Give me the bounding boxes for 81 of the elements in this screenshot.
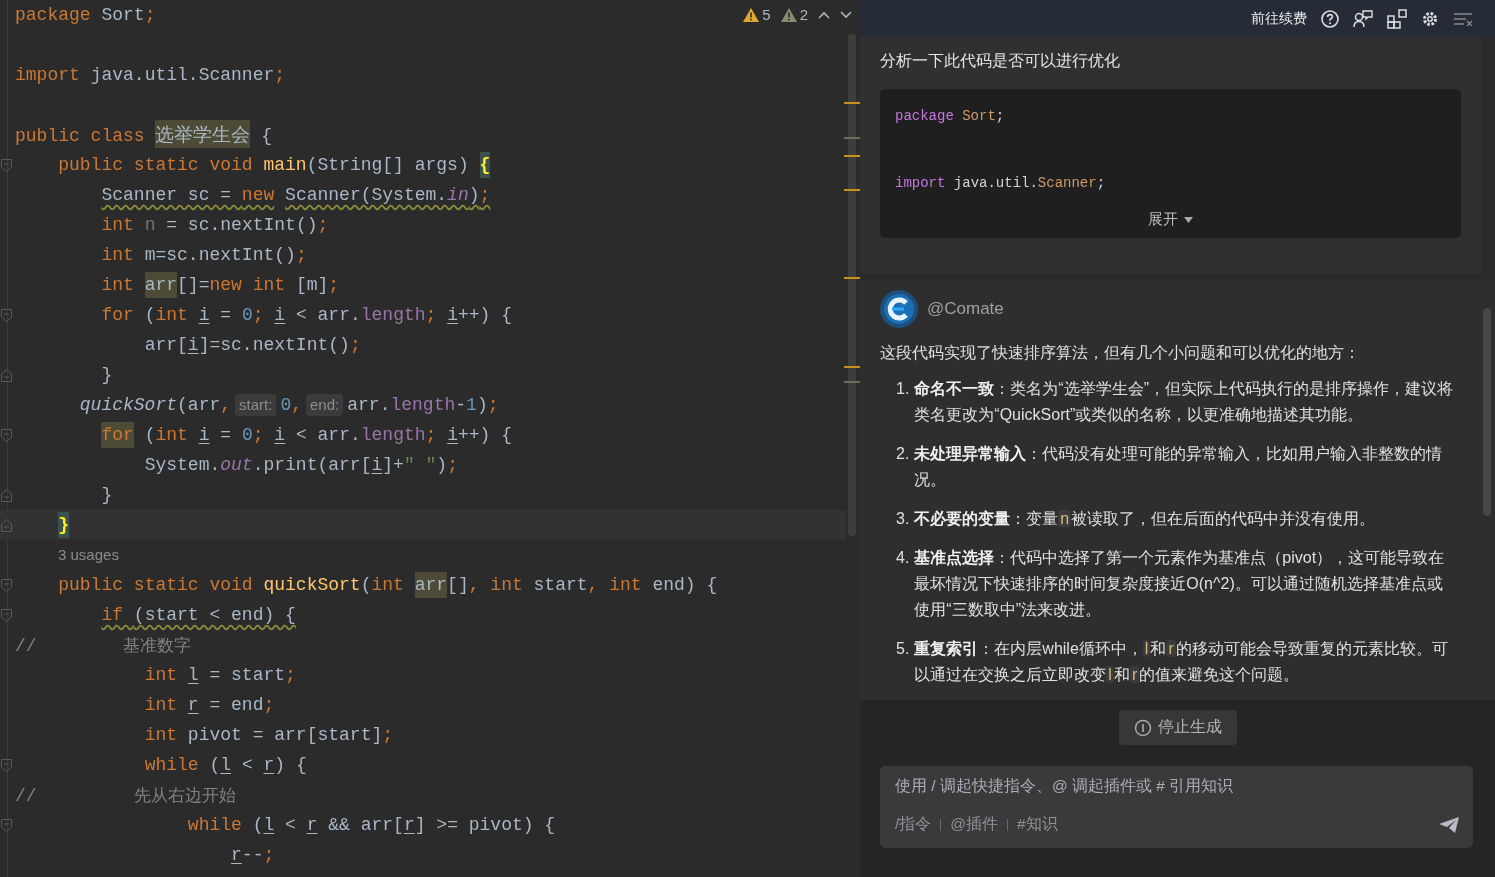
warning-icon[interactable] xyxy=(743,7,760,22)
shortcut-link[interactable]: /指令 xyxy=(895,814,932,835)
list-item-text: 未处理异常输入：代码没有处理可能的异常输入，比如用户输入非整数的情况。 xyxy=(914,444,1444,490)
code-editor[interactable] xyxy=(0,0,860,877)
list-item-text: 基准点选择：代码中选择了第一个元素作为基准点（pivot），这可能导致在最坏情况下快速排序的时间复杂度接近O(n^2)。可以通过随机选择基准点或使用“三数取中”法来改进。 xyxy=(914,548,1446,620)
code-line: int arr[]=new int [m]; xyxy=(15,270,340,300)
fold-marker-icon[interactable] xyxy=(1,309,12,322)
settings-icon[interactable] xyxy=(1421,9,1439,28)
code-line: System.out.print(arr[i]+" "); xyxy=(143,454,458,477)
expand-button[interactable]: 展开 xyxy=(1142,209,1199,230)
fold-marker-icon[interactable] xyxy=(1,579,12,592)
code-line: public static void quickSort(int arr[], int start, int end) { xyxy=(15,570,718,600)
code-line: public static void main(String[] args) { xyxy=(15,150,491,180)
stop-button[interactable]: 停止生成 xyxy=(1118,710,1237,745)
code-line: // 基准数字 xyxy=(15,633,192,658)
snippet-code-line: import java.util.Scanner; xyxy=(895,174,1107,193)
scrollbar[interactable] xyxy=(848,34,856,536)
code-line: int m=sc.nextInt(); xyxy=(100,244,307,267)
fold-marker-icon[interactable] xyxy=(1,489,12,502)
code-line: // 先从右边开始 xyxy=(15,783,236,808)
shortcut-link[interactable]: @插件 xyxy=(950,814,999,835)
code-line: arr.length-1); xyxy=(347,394,499,417)
user-chat-icon[interactable] xyxy=(1353,9,1373,28)
bot-avatar-icon xyxy=(880,290,918,328)
fold-marker-icon[interactable] xyxy=(1,519,12,532)
fold-marker-icon[interactable] xyxy=(1,759,12,772)
code-line: package Sort; xyxy=(15,4,156,27)
code-line: quickSort(arr, xyxy=(78,394,232,417)
code-line: int r = end; xyxy=(143,694,275,717)
send-icon[interactable] xyxy=(1439,816,1459,833)
fold-marker-icon[interactable] xyxy=(1,429,12,442)
code-line: for (int i = 0; i < arr.length; i++) { xyxy=(15,420,512,450)
list-number: 5. xyxy=(896,639,910,659)
usages-hint[interactable]: 3 usages xyxy=(15,540,119,570)
clear-list-icon[interactable] xyxy=(1453,11,1473,26)
code-line: while (l < r) { xyxy=(143,754,307,777)
fold-marker-icon[interactable] xyxy=(1,819,12,832)
inlay-hint: start: xyxy=(235,394,277,416)
list-number: 3. xyxy=(896,509,910,529)
problem-count: 2 xyxy=(799,6,808,23)
stop-icon xyxy=(1133,718,1152,737)
problem-count: 5 xyxy=(762,6,771,23)
snippet-code-line: package Sort; xyxy=(895,107,1006,126)
caret-icon xyxy=(1184,216,1193,223)
code-line: if (start < end) { xyxy=(100,604,296,627)
code-line: } xyxy=(15,510,70,540)
inlay-hint: end: xyxy=(306,394,344,416)
renew-link[interactable]: 前往续费 xyxy=(1251,9,1307,28)
code-line: public class 选举学生会 { xyxy=(15,119,273,151)
code-line: import java.util.Scanner; xyxy=(15,64,286,87)
chevron-up-icon[interactable] xyxy=(818,10,830,19)
fold-marker-icon[interactable] xyxy=(1,609,12,622)
code-line: int pivot = arr[start]; xyxy=(143,724,394,747)
fold-marker-icon[interactable] xyxy=(1,369,12,382)
answer-paragraph: 这段代码实现了快速排序算法，但有几个小问题和可以优化的地方： xyxy=(880,343,1361,363)
list-item-text: 命名不一致：类名为“选举学生会”，但实际上代码执行的是排序操作，建议将类名更改为“QuickSort”或类似的名称，以更准确地描述其功能。 xyxy=(914,379,1454,425)
bot-name: @Comate xyxy=(927,299,1004,319)
code-line: Scanner sc = new Scanner(System.in); xyxy=(100,184,491,207)
list-number: 1. xyxy=(896,379,910,399)
chevron-down-icon[interactable] xyxy=(840,10,852,19)
code-line: int n = sc.nextInt(); xyxy=(100,214,329,237)
list-number: 4. xyxy=(896,548,910,568)
warning-icon[interactable] xyxy=(780,7,797,22)
code-line: arr[i]=sc.nextInt(); xyxy=(143,334,361,357)
fold-marker-icon[interactable] xyxy=(1,159,12,172)
list-number: 2. xyxy=(896,444,910,464)
scrollbar[interactable] xyxy=(1483,308,1491,516)
help-icon[interactable] xyxy=(1321,9,1339,28)
code-line: int l = start; xyxy=(143,664,296,687)
shortcut-link[interactable]: #知识 xyxy=(1017,814,1058,835)
list-item-text: 重复索引：在内层while循环中，l和 r的移动可能会导致重复的元素比较。可以通过在交换之后立即改变l和 r的值来避免这个问题。 xyxy=(914,639,1449,685)
code-line: } xyxy=(100,484,113,507)
code-line: r--; xyxy=(230,844,275,867)
user-question: 分析一下此代码是否可以进行优化 xyxy=(880,51,1121,71)
code-line: for (int i = 0; i < arr.length; i++) { xyxy=(100,304,512,327)
code-line: 0, xyxy=(280,394,303,417)
grid-icon[interactable] xyxy=(1387,8,1407,29)
code-line: while (l < r && arr[r] >= pivot) { xyxy=(186,814,556,837)
list-item-text: 不必要的变量：变量n被读取了，但在后面的代码中并没有使用。 xyxy=(914,509,1376,529)
chat-input-field[interactable]: 使用 / 调起快捷指令、@ 调起插件或 # 引用知识 /指令 @插件 #知识 xyxy=(880,766,1473,848)
code-line: } xyxy=(100,364,113,387)
